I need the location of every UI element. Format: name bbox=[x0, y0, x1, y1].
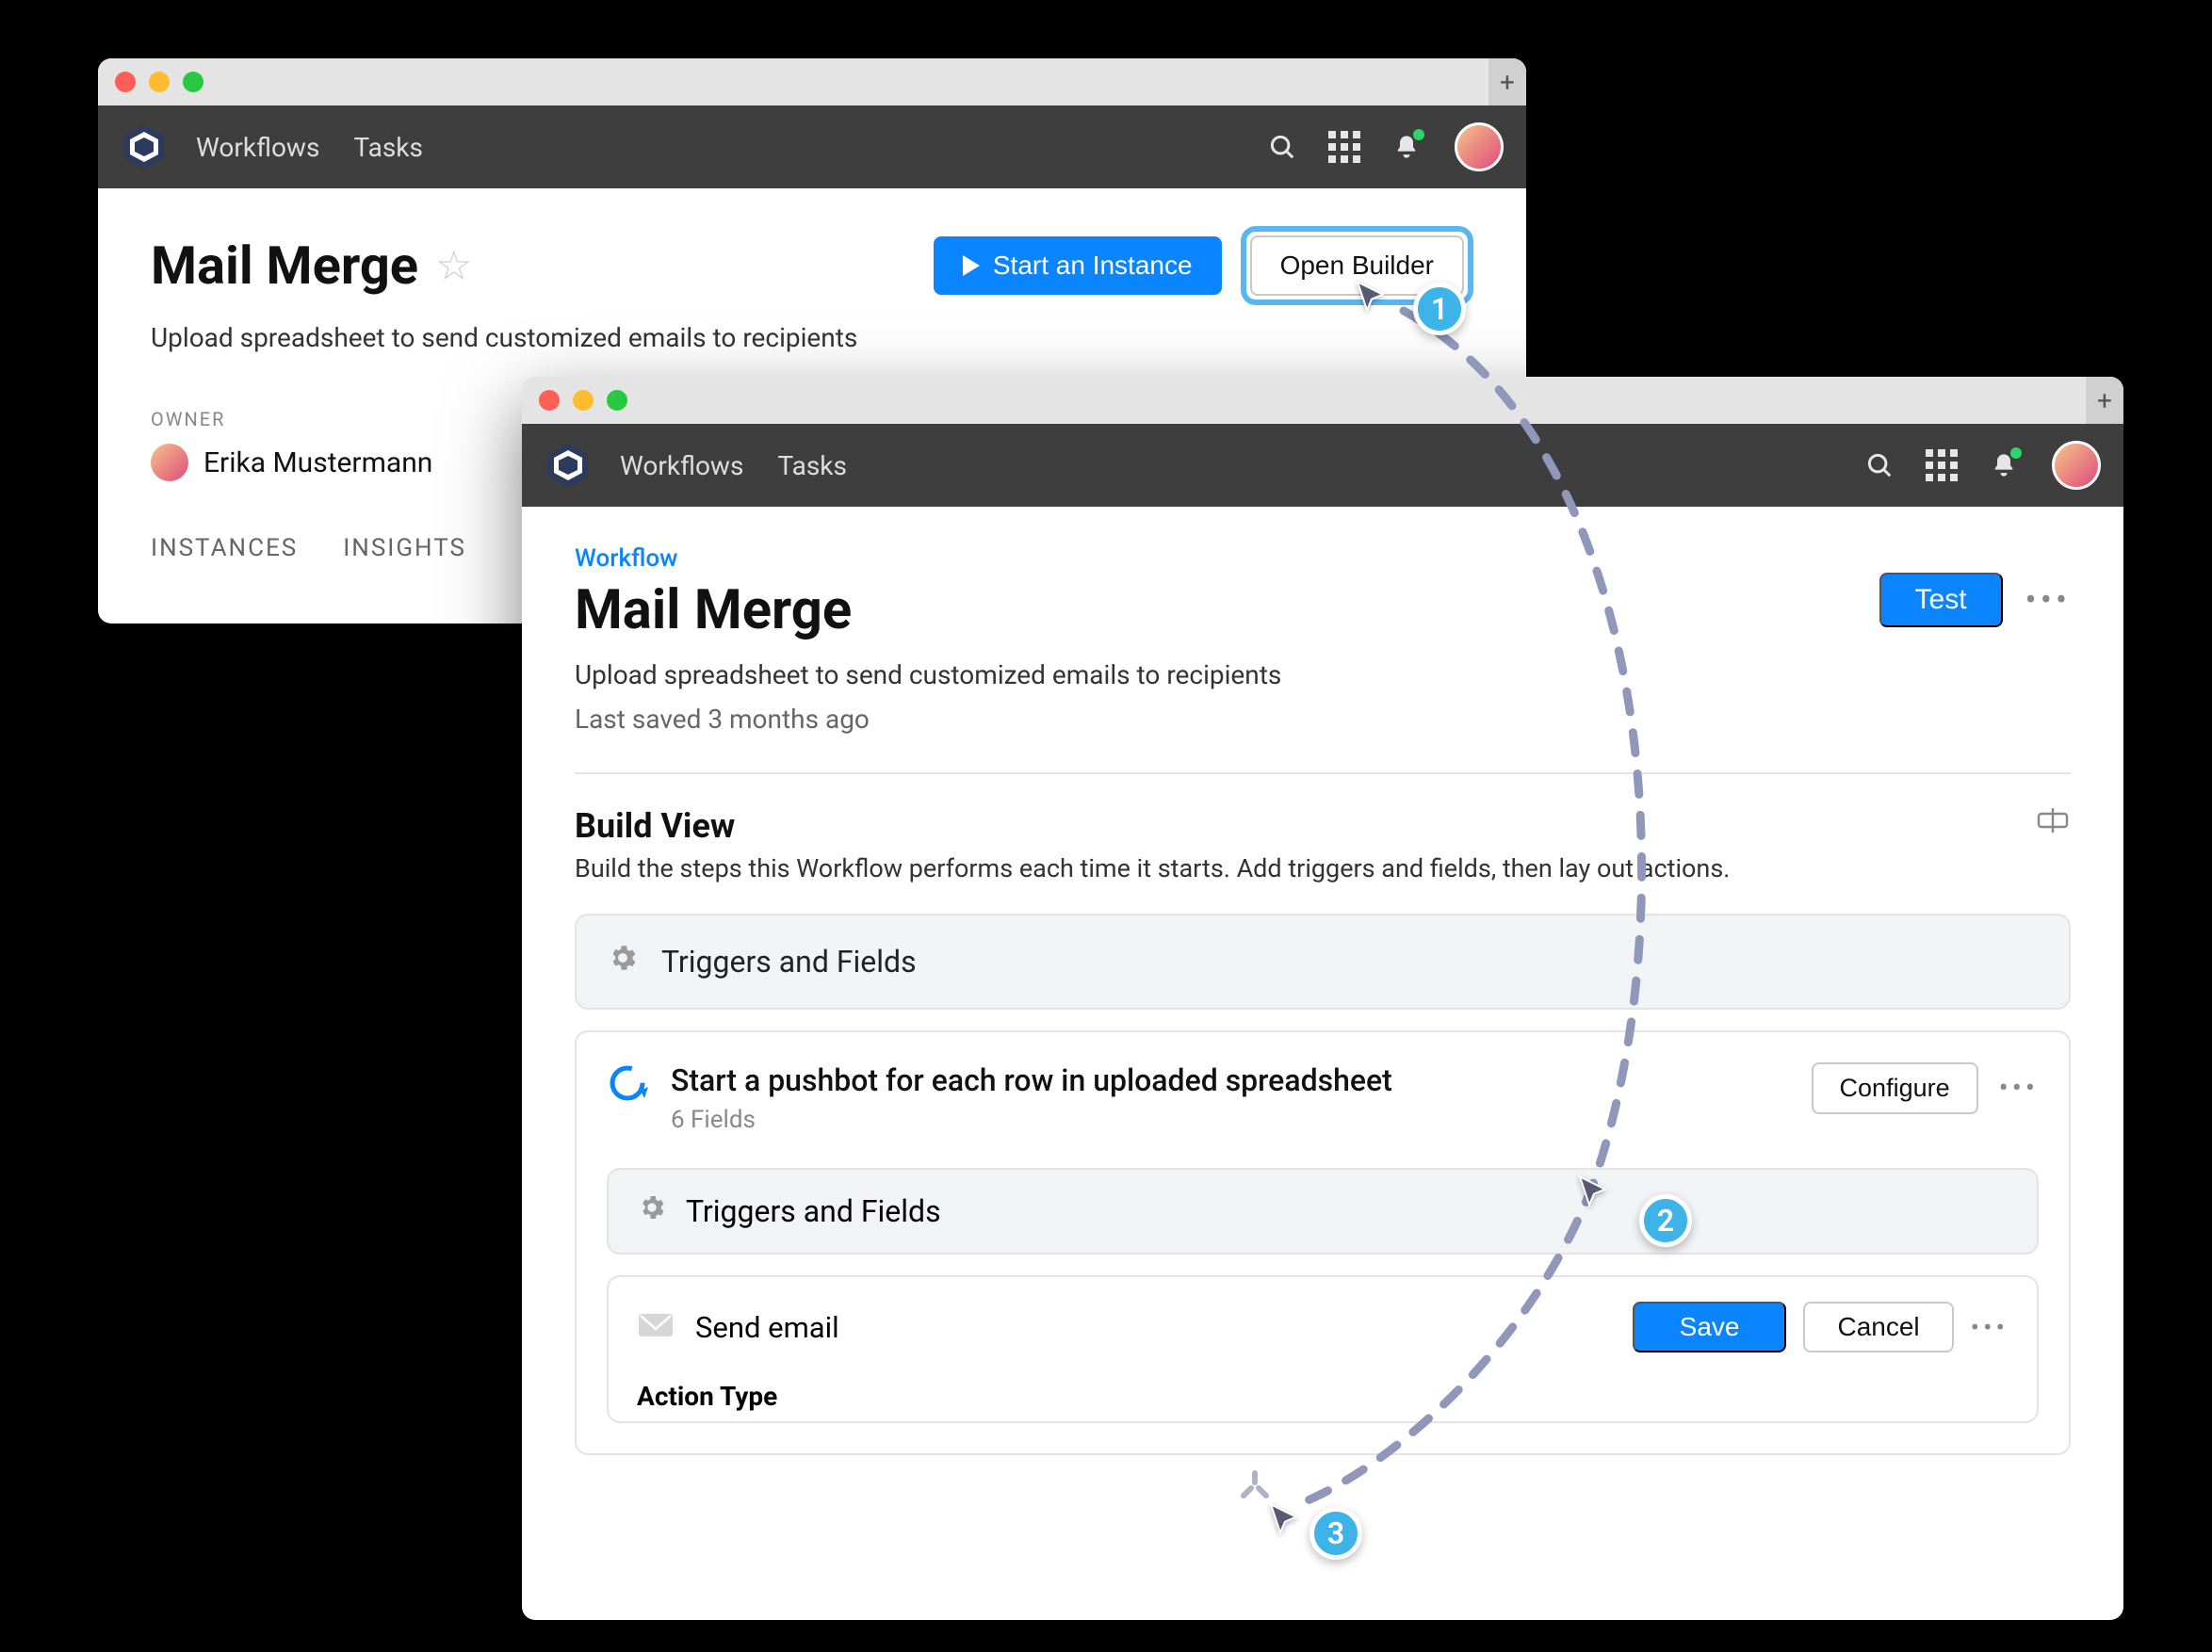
avatar[interactable] bbox=[1455, 122, 1504, 171]
loop-icon bbox=[607, 1062, 648, 1104]
star-icon[interactable]: ☆ bbox=[435, 241, 472, 290]
cancel-button[interactable]: Cancel bbox=[1803, 1302, 1953, 1352]
close-dot[interactable] bbox=[539, 390, 560, 411]
breadcrumb[interactable]: Workflow bbox=[575, 544, 2071, 573]
action-card: Start a pushbot for each row in uploaded… bbox=[575, 1030, 2071, 1455]
step-badge-1: 1 bbox=[1413, 283, 1466, 335]
new-tab-button[interactable]: + bbox=[1488, 58, 1526, 105]
titlebar: + bbox=[522, 377, 2123, 424]
close-dot[interactable] bbox=[115, 72, 136, 92]
cursor-icon bbox=[1266, 1501, 1304, 1539]
rename-icon[interactable] bbox=[2035, 806, 2071, 883]
page-title: Mail Merge bbox=[575, 578, 1879, 642]
notifications-icon[interactable] bbox=[1990, 451, 2018, 479]
gear-icon bbox=[607, 942, 639, 981]
nav-workflows[interactable]: Workflows bbox=[196, 132, 319, 163]
owner-avatar bbox=[151, 444, 188, 481]
inner-triggers-section[interactable]: Triggers and Fields bbox=[607, 1168, 2039, 1255]
app-logo-icon[interactable] bbox=[545, 442, 592, 489]
step-badge-3: 3 bbox=[1309, 1507, 1362, 1560]
app-logo-icon[interactable] bbox=[121, 123, 168, 170]
page-subtitle: Upload spreadsheet to send customized em… bbox=[151, 322, 1473, 353]
owner-name: Erika Mustermann bbox=[203, 446, 432, 479]
build-view-desc: Build the steps this Workflow performs e… bbox=[575, 853, 1730, 883]
configure-button[interactable]: Configure bbox=[1812, 1062, 1978, 1114]
traffic-lights[interactable] bbox=[115, 72, 203, 92]
gear-icon bbox=[637, 1192, 667, 1230]
more-icon[interactable]: ••• bbox=[1999, 1072, 2039, 1105]
mail-icon bbox=[637, 1310, 675, 1344]
start-instance-label: Start an Instance bbox=[993, 251, 1193, 281]
more-icon[interactable]: ••• bbox=[1971, 1312, 2009, 1343]
tab-insights[interactable]: INSIGHTS bbox=[343, 534, 466, 562]
tab-instances[interactable]: INSTANCES bbox=[151, 534, 298, 562]
more-icon[interactable]: ••• bbox=[2025, 580, 2071, 620]
workflow-description: Upload spreadsheet to send customized em… bbox=[575, 659, 2071, 690]
zoom-dot[interactable] bbox=[183, 72, 203, 92]
nav-tasks[interactable]: Tasks bbox=[777, 450, 847, 481]
start-instance-button[interactable]: Start an Instance bbox=[934, 236, 1222, 295]
action-title: Start a pushbot for each row in uploaded… bbox=[671, 1062, 1392, 1098]
minimize-dot[interactable] bbox=[573, 390, 594, 411]
cursor-icon bbox=[1353, 279, 1391, 316]
test-button[interactable]: Test bbox=[1879, 573, 2003, 627]
traffic-lights[interactable] bbox=[539, 390, 627, 411]
cursor-icon bbox=[1575, 1174, 1613, 1211]
nav-workflows[interactable]: Workflows bbox=[620, 450, 743, 481]
save-button[interactable]: Save bbox=[1633, 1302, 1787, 1352]
triggers-section[interactable]: Triggers and Fields bbox=[575, 914, 2071, 1010]
window-builder: + Workflows Tasks Workflow Mai bbox=[522, 377, 2123, 1620]
last-saved: Last saved 3 months ago bbox=[575, 704, 2071, 735]
apps-icon[interactable] bbox=[1330, 133, 1358, 161]
zoom-dot[interactable] bbox=[607, 390, 627, 411]
divider bbox=[575, 772, 2071, 774]
titlebar: + bbox=[98, 58, 1526, 105]
inner-triggers-label: Triggers and Fields bbox=[686, 1193, 941, 1229]
minimize-dot[interactable] bbox=[149, 72, 170, 92]
top-nav: Workflows Tasks bbox=[98, 105, 1526, 188]
search-icon[interactable] bbox=[1268, 133, 1296, 161]
triggers-label: Triggers and Fields bbox=[661, 944, 917, 980]
action-type-label: Action Type bbox=[637, 1381, 2009, 1412]
send-email-card: Send email Save Cancel ••• Action Type bbox=[607, 1275, 2039, 1423]
notifications-icon[interactable] bbox=[1392, 133, 1421, 161]
apps-icon[interactable] bbox=[1927, 451, 1956, 479]
new-tab-button[interactable]: + bbox=[2086, 377, 2123, 424]
page-title: Mail Merge bbox=[151, 235, 418, 297]
step-badge-2: 2 bbox=[1639, 1194, 1692, 1247]
top-nav: Workflows Tasks bbox=[522, 424, 2123, 507]
send-email-label: Send email bbox=[695, 1310, 839, 1345]
click-splash-icon bbox=[1236, 1466, 1274, 1507]
action-fields-count: 6 Fields bbox=[671, 1106, 1392, 1134]
play-icon bbox=[963, 255, 980, 276]
nav-tasks[interactable]: Tasks bbox=[353, 132, 423, 163]
avatar[interactable] bbox=[2052, 441, 2101, 490]
search-icon[interactable] bbox=[1865, 451, 1894, 479]
build-view-title: Build View bbox=[575, 806, 1730, 846]
notification-dot bbox=[2010, 447, 2022, 459]
notification-dot bbox=[1413, 129, 1424, 140]
